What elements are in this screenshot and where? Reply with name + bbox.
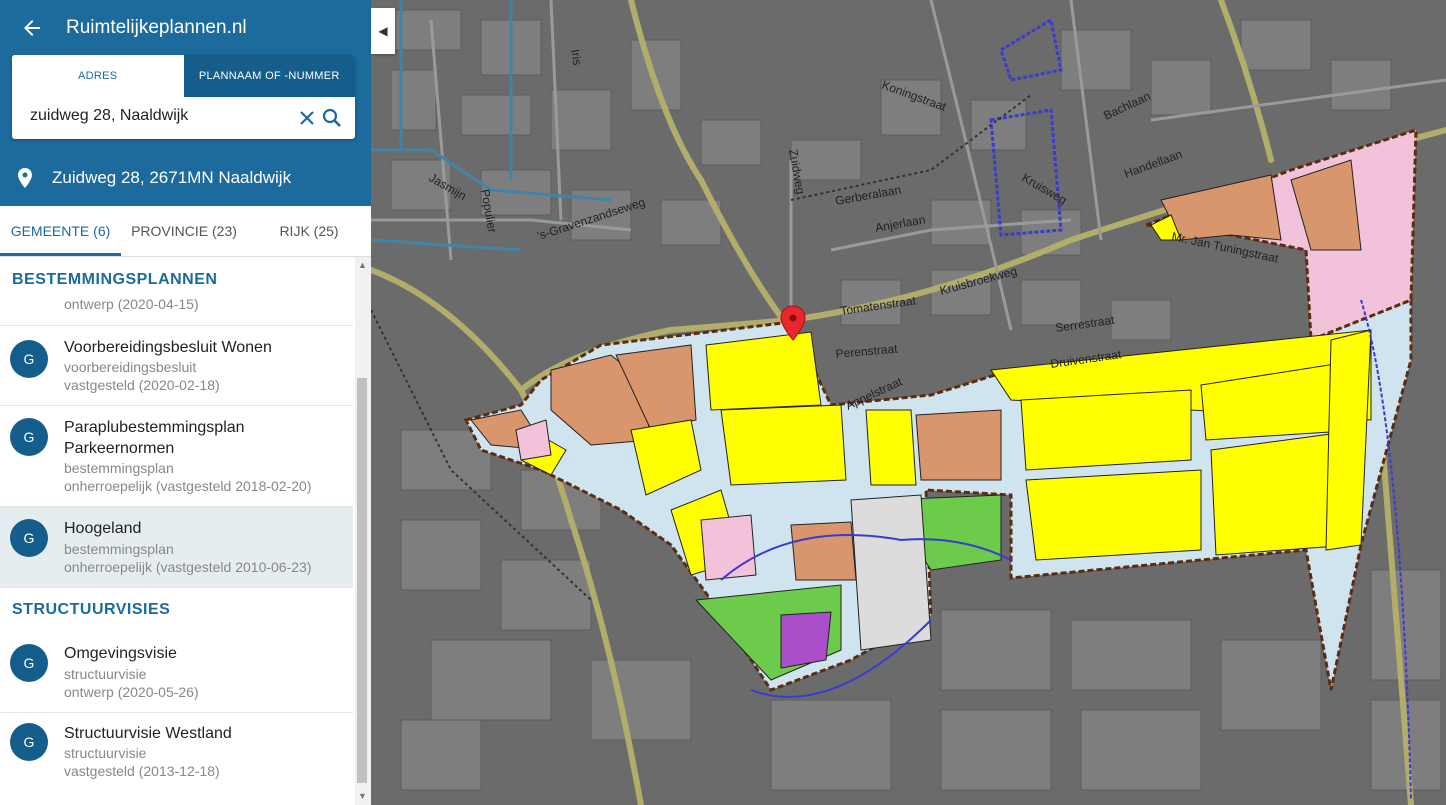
jurisdiction-tabs: GEMEENTE (6) PROVINCIE (23) RIJK (25) <box>0 206 371 257</box>
map-label-iris: Iris <box>568 48 585 66</box>
app-title: Ruimtelijkeplannen.nl <box>66 17 247 38</box>
location-address: Zuidweg 28, 2671MN Naaldwijk <box>52 168 292 187</box>
plan-list: BESTEMMINGSPLANNEN ontwerp (2020-04-15) … <box>0 257 355 805</box>
plan-title: Omgevingsvisie <box>64 645 177 662</box>
search-tab-plan[interactable]: PLANNAAM OF -NUMMER <box>183 55 355 97</box>
header-bar: Ruimtelijkeplannen.nl ADRES PLANNAAM OF … <box>0 0 371 206</box>
list-item[interactable]: ontwerp (2020-04-15) <box>0 295 353 326</box>
plan-type: structuurvisie <box>64 666 147 682</box>
plan-status: ontwerp (2020-05-26) <box>64 684 199 700</box>
plan-type: structuurvisie <box>64 745 147 761</box>
tab-provincie[interactable]: PROVINCIE (23) <box>121 206 247 256</box>
side-panel: Ruimtelijkeplannen.nl ADRES PLANNAAM OF … <box>0 0 371 805</box>
list-item[interactable]: G Structuurvisie Westland structuurvisie… <box>0 713 353 793</box>
avatar: G <box>10 340 48 378</box>
avatar: G <box>10 519 48 557</box>
plan-status: vastgesteld (2020-02-18) <box>64 377 220 393</box>
list-item[interactable]: G Voorbereidingsbesluit Wonen voorbereid… <box>0 325 353 406</box>
list-item[interactable]: G Paraplubestemmingsplan Parkeernormen b… <box>0 406 353 507</box>
chevron-left-icon[interactable]: ◀ <box>371 8 395 54</box>
avatar: G <box>10 644 48 682</box>
section-heading-bestemmingsplannen: BESTEMMINGSPLANNEN <box>12 271 218 288</box>
search-box: ADRES PLANNAAM OF -NUMMER <box>12 55 355 139</box>
plan-type: bestemmingsplan <box>64 460 174 476</box>
close-icon[interactable] <box>297 108 317 128</box>
plan-status: onherroepelijk (vastgesteld 2018-02-20) <box>64 478 312 494</box>
plan-title: Hoogeland <box>64 520 142 537</box>
list-item-selected[interactable]: G Hoogeland bestemmingsplan onherroepeli… <box>0 507 353 588</box>
search-tab-address[interactable]: ADRES <box>12 55 184 97</box>
tab-gemeente[interactable]: GEMEENTE (6) <box>0 206 121 256</box>
list-item[interactable]: G Omgevingsvisie structuurvisie ontwerp … <box>0 632 353 713</box>
plan-status: ontwerp (2020-04-15) <box>64 296 199 312</box>
map-canvas[interactable]: Iris Koningstraat Bachlaan Handellaan Kr… <box>371 0 1446 805</box>
scrollbar-thumb[interactable] <box>357 378 367 783</box>
map-pin-icon <box>18 168 32 188</box>
avatar: G <box>10 418 48 456</box>
avatar: G <box>10 723 48 761</box>
plan-title: Paraplubestemmingsplan Parkeernormen <box>64 419 245 457</box>
tab-rijk[interactable]: RIJK (25) <box>247 206 371 256</box>
search-input[interactable] <box>30 107 295 125</box>
plan-title: Structuurvisie Westland <box>64 725 232 742</box>
plan-type: voorbereidingsbesluit <box>64 359 197 375</box>
section-heading-structuurvisies: STRUCTUURVISIES <box>12 601 171 618</box>
scrollbar[interactable]: ▲ ▼ <box>355 257 371 805</box>
plan-status: vastgesteld (2013-12-18) <box>64 763 220 779</box>
scroll-down-icon[interactable]: ▼ <box>358 791 367 801</box>
plan-status: onherroepelijk (vastgesteld 2010-06-23) <box>64 559 312 575</box>
scroll-up-icon[interactable]: ▲ <box>358 260 367 270</box>
search-icon[interactable] <box>321 107 343 129</box>
arrow-left-icon[interactable] <box>20 16 44 40</box>
plan-title: Voorbereidingsbesluit Wonen <box>64 339 272 356</box>
plan-type: bestemmingsplan <box>64 541 174 557</box>
